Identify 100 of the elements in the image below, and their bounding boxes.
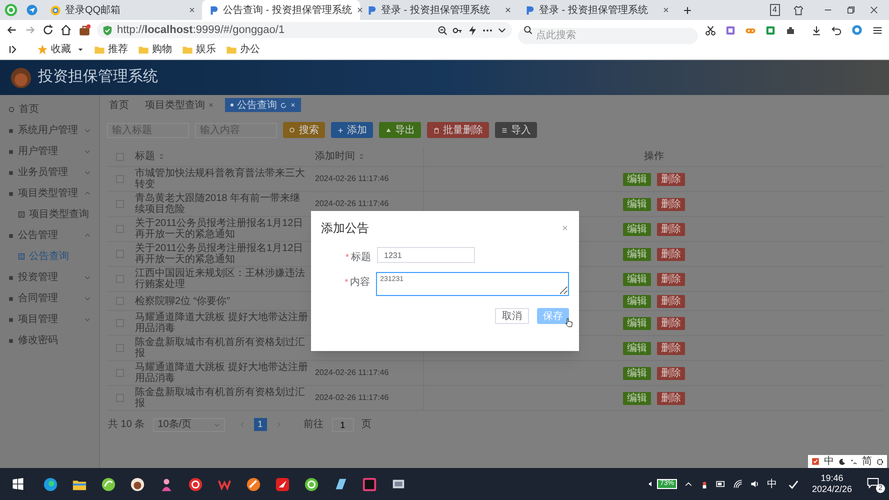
edit-button[interactable]: 编辑 (623, 172, 651, 186)
browser-tab[interactable]: 公告查询 - 投资担保管理系统 (202, 0, 360, 20)
pinned-tab-icon[interactable] (26, 4, 38, 16)
download-icon[interactable] (811, 24, 822, 36)
wifi-icon[interactable] (732, 479, 743, 489)
close-icon[interactable] (188, 6, 196, 14)
refresh-icon[interactable] (280, 102, 287, 108)
browser-circle-icon[interactable] (851, 24, 863, 36)
export-button[interactable]: 导出 (379, 122, 421, 138)
import-button[interactable]: 导入 (495, 122, 537, 138)
app-icon[interactable] (188, 476, 203, 492)
delete-button[interactable]: 删除 (657, 222, 685, 236)
address-field[interactable]: http://localhost:9999/#/gonggao/1 (97, 22, 512, 38)
edit-button[interactable]: 编辑 (623, 248, 651, 260)
page-size-select[interactable]: 10条/页 (152, 418, 225, 432)
app-icon[interactable] (159, 476, 174, 492)
sidebar-item[interactable]: 投资管理 (0, 267, 99, 288)
delete-button[interactable]: 删除 (657, 172, 685, 186)
goto-page-field[interactable]: 1 (332, 418, 354, 432)
extension-icon[interactable] (725, 24, 736, 36)
edit-button[interactable]: 编辑 (623, 198, 651, 210)
edit-button[interactable]: 编辑 (623, 316, 651, 330)
app-icon[interactable] (43, 476, 58, 492)
ime-logo-icon[interactable] (811, 457, 820, 466)
edit-button[interactable]: 编辑 (623, 294, 651, 308)
delete-button[interactable]: 删除 (657, 294, 685, 308)
sidebar-item[interactable]: 项目类型管理 (0, 183, 99, 204)
sidebar-item[interactable]: 合同管理 (0, 288, 99, 309)
zoom-out-icon[interactable] (437, 24, 448, 36)
bookmark-item[interactable]: 购物 (138, 42, 172, 57)
shirt-icon[interactable] (793, 4, 804, 16)
app-icon[interactable] (246, 476, 261, 492)
sidebar-item[interactable]: 修改密码 (0, 330, 99, 351)
close-icon[interactable] (356, 6, 364, 14)
delete-button[interactable]: 删除 (657, 366, 685, 380)
speaker-icon[interactable] (750, 479, 760, 489)
lightning-icon[interactable] (467, 24, 478, 36)
delete-button[interactable]: 删除 (657, 342, 685, 354)
new-tab-icon[interactable] (682, 4, 693, 16)
delete-button[interactable]: 删除 (657, 316, 685, 330)
page-tab[interactable]: 首页 (104, 98, 134, 112)
browser-tab[interactable]: 登录 - 投资担保管理系统 (518, 0, 676, 20)
reload-icon[interactable] (42, 24, 54, 36)
home-icon[interactable] (60, 24, 72, 36)
clock[interactable]: 19:46 2024/2/26 (812, 473, 852, 495)
edit-button[interactable]: 编辑 (623, 222, 651, 236)
edit-button[interactable]: 编辑 (623, 272, 651, 286)
add-button[interactable]: 添加 (331, 122, 373, 138)
close-icon[interactable] (662, 6, 670, 14)
delete-button[interactable]: 批量删除 (427, 122, 489, 138)
edit-button[interactable]: 编辑 (623, 392, 651, 404)
extension-icon[interactable] (765, 24, 776, 36)
bookmark-item[interactable]: 推荐 (94, 42, 128, 57)
cancel-button[interactable]: 取消 (495, 308, 529, 324)
browser-tab[interactable]: 登录QQ邮箱 (44, 0, 202, 20)
undo-icon[interactable] (831, 24, 842, 36)
chevron-up-icon[interactable] (684, 480, 693, 488)
edit-button[interactable]: 编辑 (623, 342, 651, 354)
edit-button[interactable]: 编辑 (623, 366, 651, 380)
app-icon[interactable] (101, 476, 116, 492)
bookmark-item[interactable]: 办公 (226, 42, 260, 57)
delete-button[interactable]: 删除 (657, 392, 685, 404)
delete-button[interactable]: 删除 (657, 248, 685, 260)
scissors-icon[interactable] (705, 24, 716, 36)
moon-icon[interactable] (838, 458, 846, 466)
bookmark-item[interactable]: 娱乐 (182, 42, 216, 57)
settings-icon[interactable] (876, 458, 884, 466)
delete-button[interactable]: 删除 (657, 198, 685, 210)
page-tab[interactable]: 项目类型查询 (140, 98, 219, 112)
tab-count-badge[interactable]: 4 (770, 4, 780, 16)
windows-start-icon[interactable] (12, 478, 24, 490)
sidebar-item[interactable]: 项目管理 (0, 309, 99, 330)
sidebar-item[interactable]: 业务员管理 (0, 162, 99, 183)
browser-tab[interactable]: 登录 - 投资担保管理系统 (360, 0, 518, 20)
app-icon[interactable] (333, 476, 348, 492)
sidebar-toggle-icon[interactable] (8, 44, 19, 55)
search-field[interactable]: 点此搜索 (518, 28, 698, 44)
sidebar-item[interactable]: 首页 (0, 99, 99, 120)
menu-icon[interactable] (872, 24, 883, 36)
page-button[interactable]: 1 (254, 418, 267, 431)
bag-icon[interactable] (78, 24, 91, 36)
title-field[interactable]: 1231 (377, 247, 475, 263)
ime-script[interactable]: 简 (862, 456, 872, 468)
app-icon[interactable] (275, 476, 290, 492)
check-icon[interactable] (788, 478, 799, 490)
input-method-indicator[interactable]: 中 (766, 476, 777, 492)
close-icon[interactable] (504, 6, 512, 14)
sidebar-item[interactable]: 系统用户管理 (0, 120, 99, 141)
search-button[interactable]: 搜索 (283, 122, 325, 138)
app-icon[interactable] (130, 476, 145, 492)
sidebar-item[interactable]: 用户管理 (0, 141, 99, 162)
sidebar-item[interactable]: 公告管理 (0, 225, 99, 246)
page-tab[interactable]: 公告查询 (225, 98, 301, 112)
close-icon[interactable] (869, 5, 879, 15)
restore-icon[interactable] (846, 5, 856, 15)
battery-icon[interactable] (716, 479, 726, 489)
sidebar-subitem[interactable]: 项目类型查询 (0, 204, 99, 225)
delete-button[interactable]: 删除 (657, 272, 685, 286)
ime-mode[interactable]: 中 (824, 456, 834, 468)
back-icon[interactable] (6, 24, 18, 36)
